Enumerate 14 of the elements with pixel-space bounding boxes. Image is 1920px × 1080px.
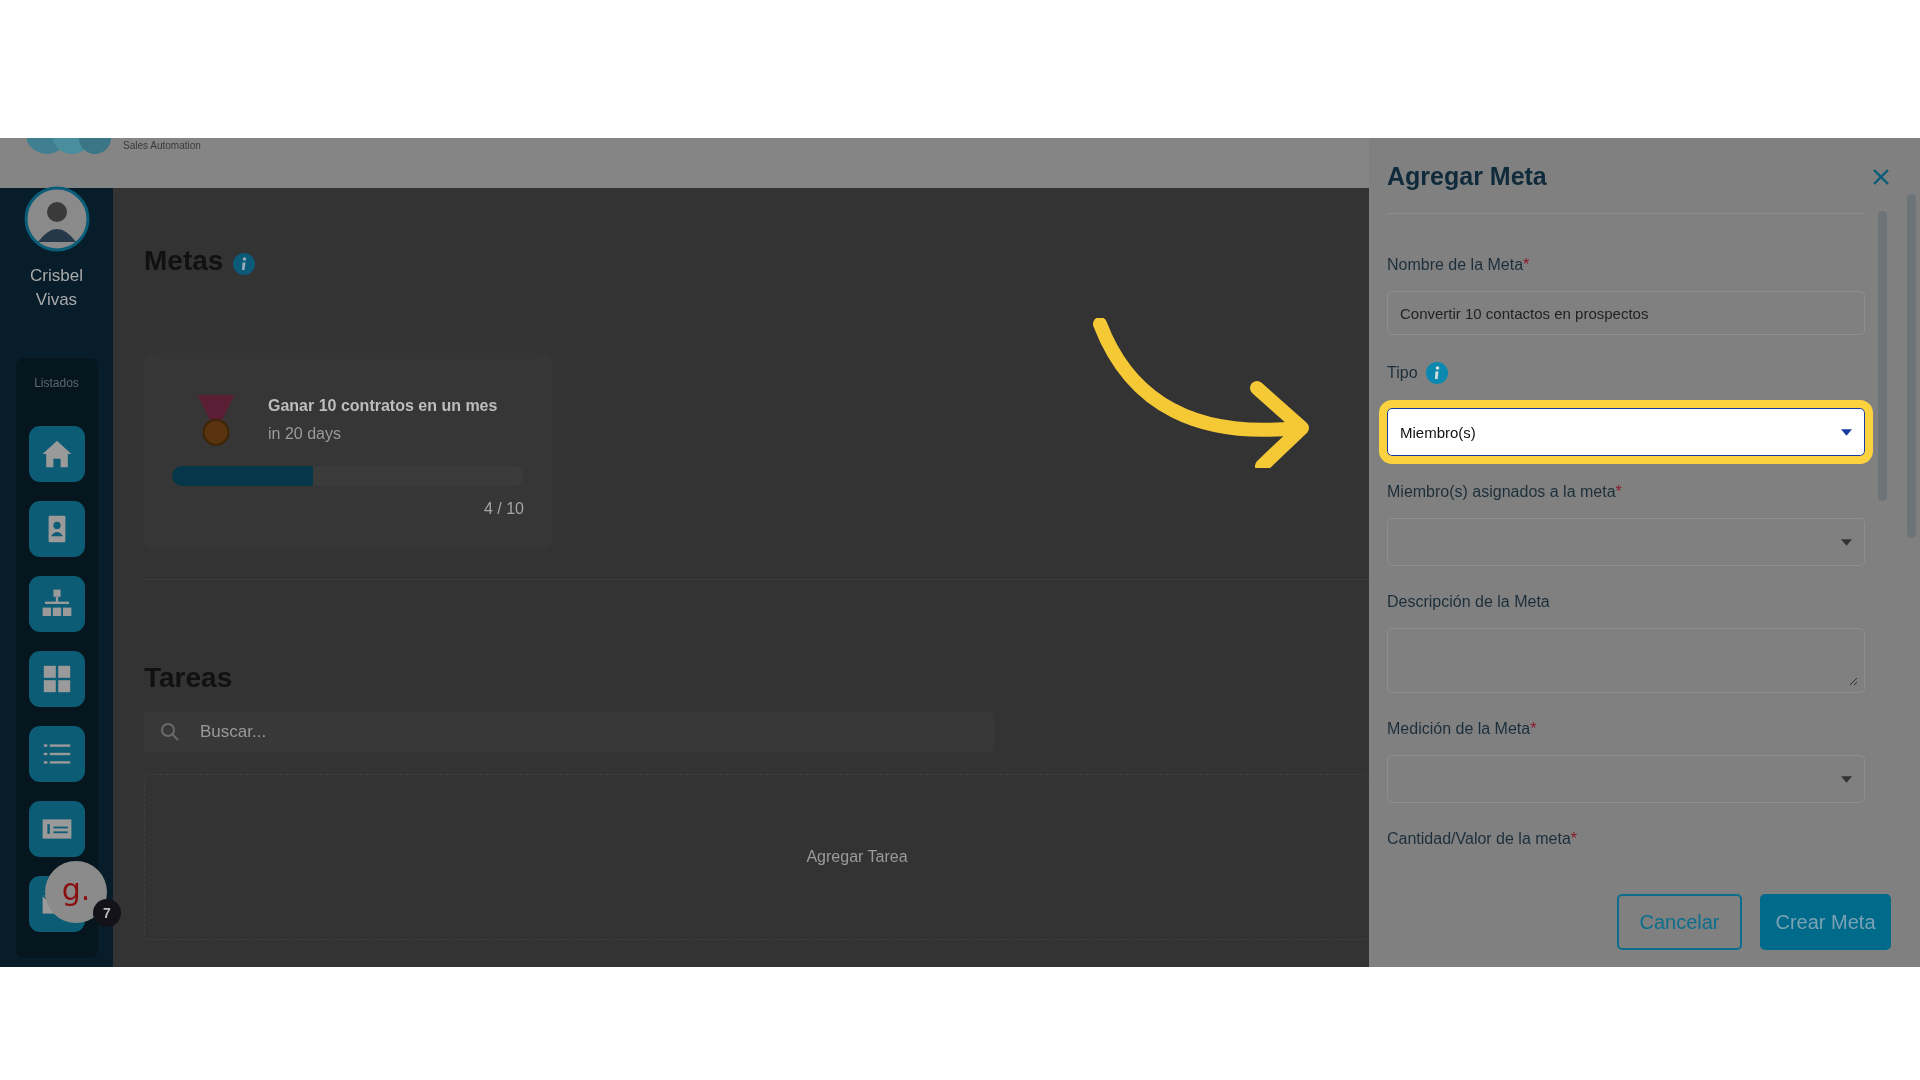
field-label: Nombre de la Meta* [1387, 256, 1530, 274]
goal-name: Ganar 10 contratos en un mes [268, 397, 498, 415]
field-label: Tipo [1387, 364, 1418, 382]
goal-count-text: 4 / 10 [483, 500, 524, 518]
notification-badge: 7 [93, 899, 121, 927]
brand-tagline: Sales Automation [123, 140, 201, 151]
section-label: Listados [34, 376, 79, 390]
goal-due: in 20 days [268, 425, 342, 443]
user-name: Crisbel Vivas [29, 265, 84, 311]
field-label: Descripción de la Meta [1387, 593, 1550, 611]
field-label: Medición de la Meta* [1387, 720, 1537, 738]
drawer-title: Agregar Meta [1387, 162, 1547, 191]
field-label: Cantidad/Valor de la meta* [1387, 830, 1578, 848]
field-label: Miembro(s) asignados a la meta* [1387, 483, 1622, 501]
